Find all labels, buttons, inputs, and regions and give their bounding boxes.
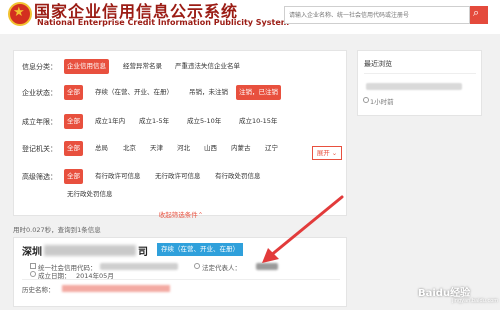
filter-row-advanced-extra: 无行政处罚信息 [14, 187, 348, 203]
filter-option[interactable]: 有行政处罚信息 [212, 169, 264, 184]
filter-option[interactable]: 全部 [64, 141, 83, 156]
expand-button[interactable]: 展开 ⌄ [312, 146, 342, 160]
legal-rep-value-redacted [256, 263, 278, 270]
filter-label: 高级筛选： [22, 173, 57, 181]
divider [364, 73, 476, 74]
baidu-watermark-logo: Baidu经验 [418, 288, 471, 299]
filter-option[interactable]: 总局 [92, 141, 111, 156]
filter-option[interactable]: 无行政许可信息 [152, 169, 204, 184]
recent-panel: 最近浏览 1小时前 [357, 50, 482, 116]
filter-option[interactable]: 北京 [120, 141, 139, 156]
filter-option[interactable]: 成立10-15年 [236, 114, 280, 129]
company-name-suffix[interactable]: 司 [138, 243, 148, 258]
filter-option[interactable]: 天津 [147, 141, 166, 156]
search-button[interactable]: ⌕ [470, 6, 488, 24]
collapse-filters-link[interactable]: 收起筛选条件⌃ [14, 209, 348, 219]
recent-title: 最近浏览 [364, 60, 392, 68]
credit-code-value-redacted [100, 263, 178, 270]
company-name-redacted[interactable] [44, 245, 136, 256]
filter-label: 成立年限： [22, 118, 57, 126]
recent-item-link[interactable] [366, 83, 462, 90]
clock-icon [363, 97, 369, 103]
filter-option[interactable]: 注销，已注销 [236, 85, 281, 100]
filter-panel: 信息分类： 企业信用信息 经营异常名录 严重违法失信企业名单 企业状态： 全部 … [13, 50, 348, 219]
site-header: 国家企业信用信息公示系统 National Enterprise Credit … [0, 0, 500, 34]
filter-option[interactable]: 河北 [174, 141, 193, 156]
filter-option[interactable]: 辽宁 [262, 141, 281, 156]
expand-label: 展开 [316, 149, 330, 157]
result-card[interactable]: 深圳 司 存续（在营、开业、在册） 统一社会信用代码： 法定代表人： 成立日期：… [13, 237, 347, 307]
filter-option[interactable]: 成立1年内 [92, 114, 128, 129]
filter-option[interactable]: 存续（在营、开业、在册） [92, 85, 176, 100]
id-card-icon [30, 263, 36, 269]
filter-option[interactable]: 成立1-5年 [136, 114, 172, 129]
site-subtitle: National Enterprise Credit Information P… [37, 18, 290, 27]
filter-option[interactable]: 无行政处罚信息 [64, 187, 116, 202]
search-input[interactable] [284, 6, 470, 24]
filter-option[interactable]: 企业信用信息 [64, 59, 109, 74]
filter-option[interactable]: 全部 [64, 169, 83, 184]
search-icon: ⌕ [473, 7, 480, 19]
clock-icon [30, 271, 36, 277]
recent-time: 1小时前 [370, 98, 394, 106]
collapse-label: 收起筛选条件 [158, 211, 198, 219]
history-value-redacted [62, 285, 170, 292]
filter-row-category: 信息分类： 企业信用信息 经营异常名录 严重违法失信企业名单 [14, 59, 348, 75]
person-icon [194, 263, 200, 269]
filter-label: 信息分类： [22, 63, 57, 71]
legal-rep-label: 法定代表人： [202, 264, 241, 272]
filter-option[interactable]: 严重违法失信企业名单 [172, 59, 243, 74]
national-emblem-icon [8, 2, 32, 26]
filter-option[interactable]: 全部 [64, 114, 83, 129]
status-badge: 存续（在营、开业、在册） [157, 243, 243, 256]
filter-row-authority: 登记机关： 全部 总局 北京 天津 河北 山西 内蒙古 辽宁 [14, 141, 348, 157]
divider [22, 279, 340, 280]
history-label: 历史名称： [22, 286, 55, 294]
filter-option[interactable]: 经营异常名录 [120, 59, 165, 74]
watermark-url: jingyan.baidu.com [452, 298, 499, 304]
filter-label: 登记机关： [22, 145, 57, 153]
result-count: 用时0.027秒，查询到1条信息 [13, 226, 101, 234]
filter-row-age: 成立年限： 全部 成立1年内 成立1-5年 成立5-10年 成立10-15年 [14, 114, 348, 130]
filter-row-status: 企业状态： 全部 存续（在营、开业、在册） 吊销，未注销 注销，已注销 [14, 85, 348, 101]
filter-option[interactable]: 山西 [201, 141, 220, 156]
filter-row-advanced: 高级筛选： 全部 有行政许可信息 无行政许可信息 有行政处罚信息 [14, 169, 348, 185]
filter-option[interactable]: 成立5-10年 [184, 114, 224, 129]
company-name-prefix[interactable]: 深圳 [22, 243, 42, 258]
filter-option[interactable]: 内蒙古 [228, 141, 254, 156]
filter-option[interactable]: 全部 [64, 85, 83, 100]
filter-option[interactable]: 有行政许可信息 [92, 169, 144, 184]
filter-label: 企业状态： [22, 89, 57, 97]
filter-option[interactable]: 吊销，未注销 [186, 85, 231, 100]
